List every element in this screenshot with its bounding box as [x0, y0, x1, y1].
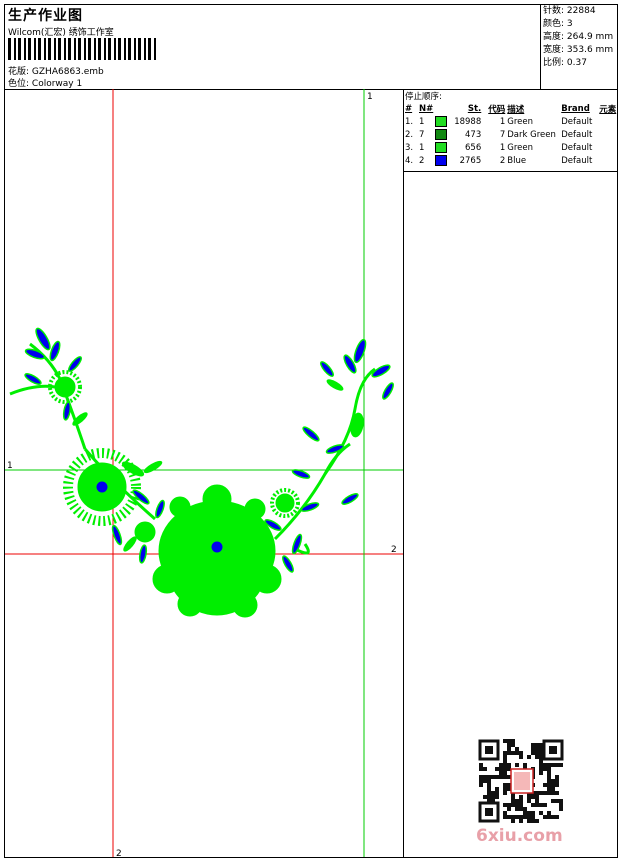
center-flower — [152, 484, 282, 618]
row-brand: Default — [561, 155, 593, 166]
green-horizontal-label: 1 — [7, 461, 13, 471]
stat-value: 3 — [566, 19, 573, 29]
stat-value: 0.37 — [566, 58, 587, 68]
row-color — [434, 115, 448, 128]
stat-width: 宽度: 353.6 mm — [541, 44, 618, 57]
row-code: 1 — [499, 142, 506, 153]
stat-height: 高度: 264.9 mm — [541, 31, 618, 44]
stop-sequence: 停止顺序: # N# St. 代码 描述 Brand 元素 1. 1 18988… — [404, 89, 618, 172]
stat-label: 比例: — [543, 58, 565, 68]
row-element — [598, 128, 617, 141]
row-needle: 2 — [419, 155, 425, 166]
table-row: 4. 2 2765 2 Blue Default — [404, 154, 617, 167]
company-name: Wilcom(汇宏) 绣饰工作室 — [8, 28, 114, 38]
green-vertical-label: 1 — [367, 92, 373, 102]
sheet-title: 生产作业图 — [8, 8, 83, 24]
color-swatch — [435, 129, 448, 140]
row-index: 4. — [405, 155, 414, 166]
row-description: Green — [507, 142, 533, 153]
stat-label: 颜色: — [543, 19, 565, 29]
col-brand: Brand — [561, 103, 590, 114]
col-needle: N# — [419, 103, 434, 114]
row-code: 2 — [499, 155, 506, 166]
small-bud — [134, 521, 156, 543]
stop-sequence-table: # N# St. 代码 描述 Brand 元素 1. 1 18988 1 Gre… — [404, 102, 617, 167]
table-header-row: # N# St. 代码 描述 Brand 元素 — [404, 102, 617, 115]
embroidery-preview: 1 1 2 2 — [5, 89, 403, 857]
col-code: 代码 — [488, 104, 506, 115]
row-stitches: 2765 — [459, 155, 482, 166]
row-needle: 1 — [419, 116, 425, 127]
design-canvas[interactable]: 1 1 2 2 — [5, 89, 403, 857]
stat-label: 针数: — [543, 6, 565, 16]
stop-sequence-title: 停止顺序: — [405, 92, 442, 102]
row-code: 1 — [499, 116, 506, 127]
colorway-value: Colorway 1 — [31, 79, 83, 89]
stat-label: 高度: — [543, 32, 565, 42]
red-vertical-label: 2 — [116, 849, 122, 857]
leaves-right — [264, 338, 394, 573]
row-index: 1. — [405, 116, 414, 127]
right-flower — [270, 488, 300, 518]
row-element — [598, 154, 617, 167]
row-element — [598, 115, 617, 128]
colorway-line: 色位: Colorway 1 — [8, 76, 82, 89]
row-color — [434, 128, 448, 141]
color-swatch — [435, 155, 448, 166]
col-stitches: St. — [467, 103, 482, 114]
row-brand: Default — [561, 116, 593, 127]
row-index: 3. — [405, 142, 414, 153]
stat-value: 264.9 mm — [566, 32, 614, 42]
row-color — [434, 154, 448, 167]
color-swatch — [435, 142, 448, 153]
row-description: Dark Green — [507, 129, 556, 140]
barcode — [8, 38, 156, 60]
color-swatch — [435, 116, 448, 127]
stat-scale: 比例: 0.37 — [541, 57, 618, 70]
row-needle: 1 — [419, 142, 425, 153]
row-description: Green — [507, 116, 533, 127]
table-row: 2. 7 473 7 Dark Green Default — [404, 128, 617, 141]
row-stitches: 18988 — [454, 116, 482, 127]
row-description: Blue — [507, 155, 527, 166]
stat-label: 宽度: — [543, 45, 565, 55]
col-element: 元素 — [599, 104, 617, 115]
row-brand: Default — [561, 142, 593, 153]
table-row: 1. 1 18988 1 Green Default — [404, 115, 617, 128]
stat-value: 22884 — [566, 6, 596, 16]
watermark: 6xiu.com — [476, 826, 563, 846]
stat-colors: 颜色: 3 — [541, 18, 618, 31]
production-sheet: 生产作业图 Wilcom(汇宏) 绣饰工作室 花版: GZHA6863.emb … — [4, 4, 618, 858]
red-horizontal-label: 2 — [391, 545, 397, 555]
row-code: 7 — [499, 129, 506, 140]
col-index: # — [405, 103, 413, 114]
qr-code — [478, 739, 564, 823]
stats-box: 针数: 22884 颜色: 3 高度: 264.9 mm 宽度: 353.6 m… — [540, 5, 618, 89]
row-color — [434, 141, 448, 154]
row-stitches: 656 — [465, 142, 482, 153]
table-row: 3. 1 656 1 Green Default — [404, 141, 617, 154]
row-element — [598, 141, 617, 154]
header: 生产作业图 Wilcom(汇宏) 绣饰工作室 花版: GZHA6863.emb … — [5, 5, 617, 90]
col-color — [434, 102, 448, 115]
col-description: 描述 — [507, 104, 525, 115]
row-index: 2. — [405, 129, 414, 140]
row-brand: Default — [561, 129, 593, 140]
stat-value: 353.6 mm — [566, 45, 614, 55]
embroidery-motif — [9, 327, 394, 618]
row-stitches: 473 — [465, 129, 482, 140]
colorway-label: 色位: — [8, 79, 30, 89]
stat-stitches: 针数: 22884 — [541, 5, 618, 18]
row-needle: 7 — [419, 129, 425, 140]
